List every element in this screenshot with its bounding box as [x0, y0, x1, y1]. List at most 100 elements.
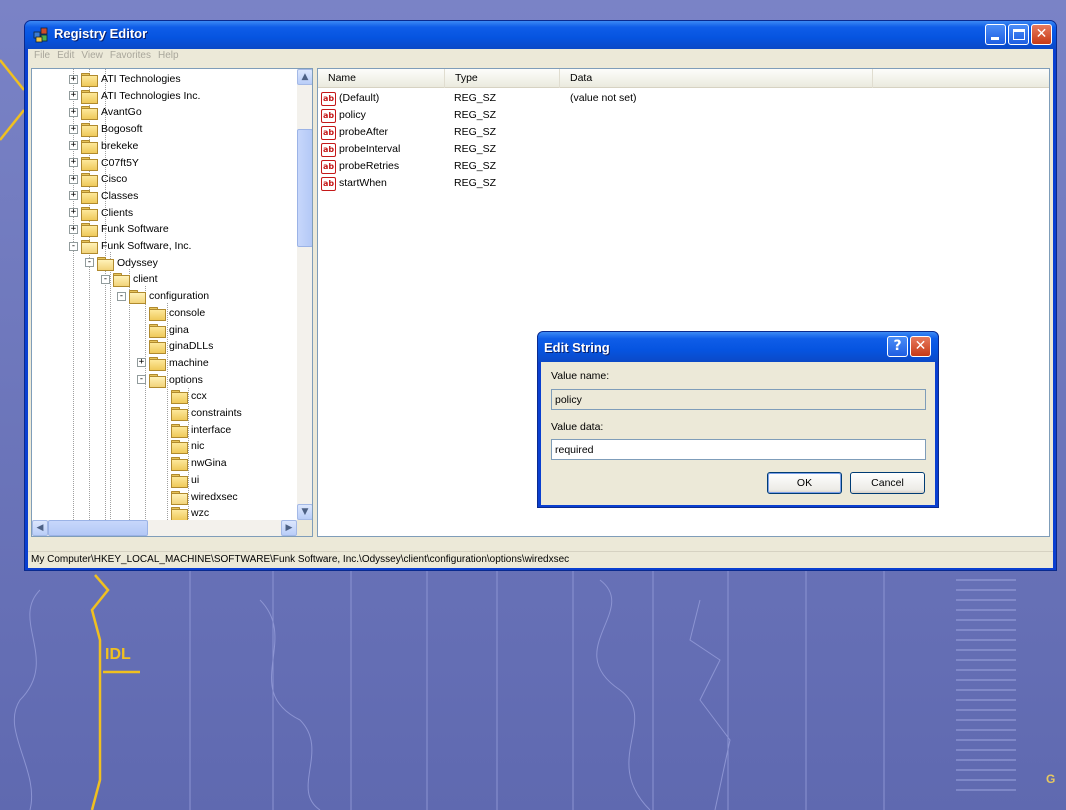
list-item[interactable]: ab startWhen REG_SZ [318, 176, 1049, 192]
value-name: policy [339, 109, 366, 121]
tree-item[interactable]: + Bogosoft [69, 121, 142, 138]
tree-item-label: ATI Technologies [101, 73, 181, 85]
expand-icon[interactable]: + [69, 124, 78, 134]
tree-item[interactable]: ui [159, 472, 199, 488]
string-value-icon: ab [321, 92, 336, 106]
tree-item[interactable]: + Funk Software [69, 221, 169, 238]
value-data-label: Value data: [551, 421, 604, 433]
menu-file[interactable]: File [32, 49, 55, 65]
value-name: startWhen [339, 177, 387, 189]
tree-item[interactable]: + Classes [69, 188, 138, 204]
tree-item-label: ui [191, 473, 200, 486]
tree-item[interactable]: - Funk Software, Inc. [69, 238, 191, 254]
minimize-button[interactable] [985, 24, 1006, 45]
value-name-label: Value name: [551, 370, 610, 382]
value-data-input[interactable]: required [551, 439, 926, 460]
scroll-thumb[interactable] [297, 129, 312, 247]
tree-item[interactable]: constraints [159, 405, 242, 421]
list-item[interactable]: ab probeInterval REG_SZ [318, 142, 1049, 158]
column-header-type[interactable]: Type [445, 69, 560, 88]
cancel-button[interactable]: Cancel [850, 472, 925, 494]
list-item[interactable]: ab policy REG_SZ [318, 108, 1049, 124]
help-button[interactable]: ? [887, 336, 908, 357]
expand-icon[interactable]: + [69, 107, 78, 117]
tree-item[interactable]: ccx [159, 388, 207, 405]
tree-item[interactable]: console [137, 305, 205, 321]
tree-item[interactable]: nwGina [159, 455, 227, 472]
tree-item[interactable]: + brekeke [69, 138, 138, 154]
column-header-name[interactable]: Name [318, 69, 445, 88]
menu-help[interactable]: Help [156, 49, 184, 65]
folder-icon [171, 507, 188, 522]
folder-icon [81, 156, 98, 171]
collapse-icon[interactable]: - [137, 375, 146, 385]
expand-icon[interactable]: + [69, 224, 78, 234]
scroll-right-button[interactable]: ▶ [281, 520, 297, 536]
menu-edit[interactable]: Edit [55, 49, 79, 65]
close-button[interactable]: ✕ [1031, 24, 1052, 45]
expand-icon[interactable]: + [69, 191, 78, 201]
menu-favorites[interactable]: Favorites [108, 49, 156, 65]
tree-item[interactable]: wzc [159, 505, 209, 522]
folder-icon [171, 440, 188, 455]
collapse-icon[interactable]: - [69, 241, 78, 251]
scroll-left-button[interactable]: ◀ [32, 520, 48, 536]
tree-item[interactable]: + ATI Technologies Inc. [69, 88, 200, 104]
tree-item[interactable]: - configuration [117, 288, 209, 305]
list-item[interactable]: ab (Default) REG_SZ (value not set) [318, 91, 1049, 107]
column-header-data[interactable]: Data [560, 69, 873, 88]
tree-item[interactable]: + ATI Technologies [69, 71, 181, 87]
tree-item[interactable]: + machine [137, 355, 209, 371]
folder-icon [81, 89, 98, 104]
tree-item[interactable]: + AvantGo [69, 104, 142, 121]
expand-icon[interactable]: + [69, 174, 78, 184]
menu-view[interactable]: View [79, 49, 108, 65]
expand-icon[interactable]: + [69, 208, 78, 218]
folder-icon [149, 340, 166, 355]
open-folder-icon [149, 373, 166, 388]
horizontal-scroll-thumb[interactable] [48, 520, 148, 536]
folder-icon [81, 73, 98, 87]
tree-item[interactable]: - Odyssey [85, 255, 158, 271]
tree-item[interactable]: nic [159, 438, 205, 455]
tree-vertical-scrollbar[interactable]: ▲ ▼ [297, 69, 312, 520]
expand-icon[interactable]: + [69, 158, 78, 167]
tree-item[interactable]: + C07ft5Y [69, 155, 139, 171]
edit-string-dialog: Edit String ? ✕ Value name: policy Value… [537, 331, 939, 508]
menu-bar: File Edit View Favorites Help [28, 49, 1053, 65]
list-item[interactable]: ab probeAfter REG_SZ [318, 125, 1049, 141]
tree-item[interactable]: - client [101, 271, 158, 288]
title-bar[interactable]: Registry Editor ✕ [25, 21, 1056, 49]
collapse-icon[interactable]: - [85, 258, 94, 268]
tree-horizontal-scrollbar[interactable]: ◀ ▶ [32, 520, 297, 536]
tree-item[interactable]: + Clients [69, 205, 133, 221]
tree-item-label: nic [191, 440, 205, 453]
dialog-close-button[interactable]: ✕ [910, 336, 931, 357]
string-value-icon: ab [321, 160, 336, 174]
collapse-icon[interactable]: - [101, 274, 110, 284]
collapse-icon[interactable]: - [117, 291, 126, 301]
scroll-down-button[interactable]: ▼ [297, 504, 312, 520]
expand-icon[interactable]: + [69, 74, 78, 84]
tree-item-label: Odyssey [117, 256, 158, 269]
open-folder-icon [97, 256, 114, 271]
dialog-title-bar[interactable]: Edit String ? ✕ [538, 332, 938, 362]
string-value-icon: ab [321, 177, 336, 191]
tree-item-label: console [169, 306, 206, 319]
expand-icon[interactable]: + [69, 91, 78, 101]
tree-item-label: AvantGo [101, 106, 142, 119]
tree-item[interactable]: - options [137, 372, 203, 388]
tree-item[interactable]: interface [159, 422, 231, 438]
maximize-button[interactable] [1008, 24, 1029, 45]
list-item[interactable]: ab probeRetries REG_SZ [318, 159, 1049, 175]
tree-item[interactable]: gina [137, 322, 189, 338]
scroll-up-button[interactable]: ▲ [297, 69, 312, 85]
expand-icon[interactable]: + [137, 358, 146, 368]
registry-key-tree[interactable]: + ATI Technologies + ATI Technologies Inc. +… [31, 68, 313, 537]
tree-item[interactable]: ginaDLLs [137, 338, 213, 355]
expand-icon[interactable]: + [69, 141, 78, 151]
ok-button[interactable]: OK [767, 472, 842, 494]
folder-icon [171, 390, 188, 405]
tree-item[interactable]: wiredxsec [159, 489, 238, 505]
tree-item[interactable]: + Cisco [69, 171, 127, 188]
